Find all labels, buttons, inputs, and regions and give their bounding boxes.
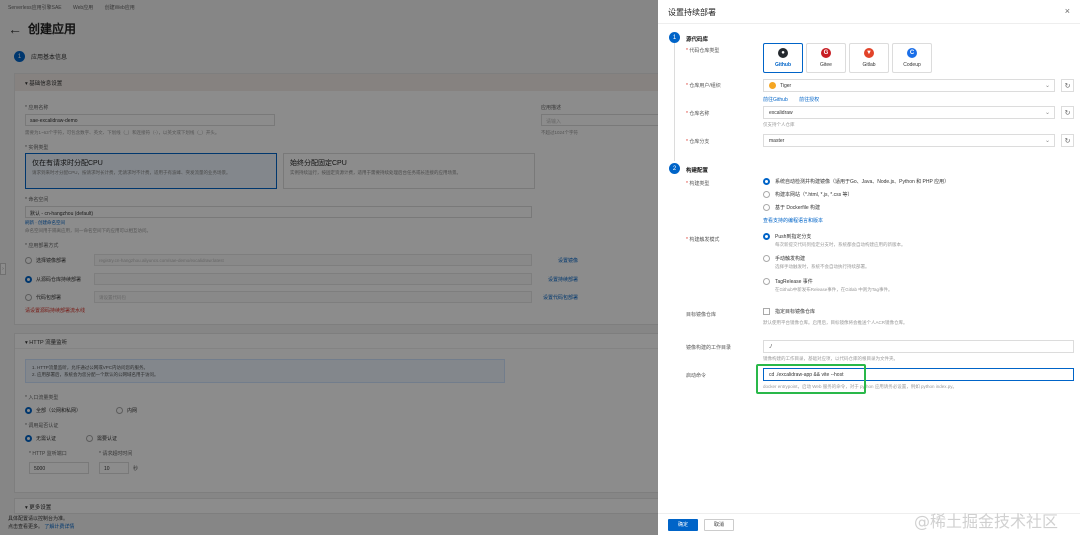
step-connector xyxy=(674,43,675,161)
trigger-tag-desc: 在Github中新发布Release事件，在Gitlab 中则为Tag事件。 xyxy=(775,287,893,292)
repo-type-codeup[interactable]: C Codeup xyxy=(892,43,932,73)
build-option-auto[interactable]: 系统自动检测并构建镜像（适用于Go、Java、Node.js、Python 和 … xyxy=(763,178,949,185)
drawer-header: 设置持续部署 × xyxy=(658,0,1080,24)
step-number: 2 xyxy=(669,163,680,174)
refresh-icon[interactable]: ↻ xyxy=(1061,79,1074,92)
chevron-down-icon: ⌄ xyxy=(1044,83,1050,89)
radio-checked-icon[interactable] xyxy=(763,233,770,240)
build-option-dockerfile[interactable]: 基于 Dockerfile 构建 xyxy=(763,204,820,211)
gitlab-icon: ▼ xyxy=(864,48,874,58)
refresh-icon[interactable]: ↻ xyxy=(1061,106,1074,119)
target-repo-hint: 默认使用平台镜像仓库。启用后，目标镜像将会推送个人ACR镜像仓库。 xyxy=(763,320,908,325)
repo-type-gitlab[interactable]: ▼ Gitlab xyxy=(849,43,889,73)
trigger-push-desc: 每次新提交代码到指定分支时，系统都会自动构建应用的新版本。 xyxy=(775,242,906,247)
drawer-title: 设置持续部署 xyxy=(668,8,716,17)
continuous-deploy-drawer: 设置持续部署 × 1 源代码库 * 代码仓库类型 ● Github G Gite… xyxy=(658,0,1080,535)
goto-github-link[interactable]: 前往Github xyxy=(763,97,788,103)
repo-name-label: * 仓库名称 xyxy=(686,111,710,117)
avatar xyxy=(769,82,776,89)
owner-links: 前往Github 前往授权 xyxy=(763,96,829,103)
repo-name-hint: 仅支持个人仓库 xyxy=(763,122,795,127)
repo-type-gitee[interactable]: G Gitee xyxy=(806,43,846,73)
build-option-static[interactable]: 构建本网站（*.html, *.js, *.css 等） xyxy=(763,191,853,198)
modal-overlay[interactable] xyxy=(0,0,658,535)
gitee-icon: G xyxy=(821,48,831,58)
trigger-label: * 构建触发模式 xyxy=(686,237,720,243)
radio-icon[interactable] xyxy=(763,191,770,198)
chevron-down-icon: ⌄ xyxy=(1044,138,1050,144)
radio-icon[interactable] xyxy=(763,204,770,211)
radio-icon[interactable] xyxy=(763,255,770,262)
owner-label: * 仓库用户/组织 xyxy=(686,83,721,89)
step-title-build: 构建配置 xyxy=(686,168,709,174)
highlight-box xyxy=(756,364,866,394)
repo-type-label: * 代码仓库类型 xyxy=(686,48,720,54)
workdir-hint: 镜像构建的工作目录，基础对应项，以代码仓库的根目录为文件夹。 xyxy=(763,356,898,361)
branch-label: * 仓库分支 xyxy=(686,139,710,145)
workdir-label: 镜像构建的工作目录 xyxy=(686,345,732,351)
workdir-input[interactable]: ./ xyxy=(763,340,1074,353)
repo-name-select[interactable]: excalidraw ⌄ xyxy=(763,106,1055,119)
watermark: @稀土掘金技术社区 xyxy=(914,512,1059,531)
refresh-icon[interactable]: ↻ xyxy=(1061,134,1074,147)
start-command-label: 启动命令 xyxy=(686,373,707,379)
close-icon[interactable]: × xyxy=(1065,6,1070,16)
build-type-label: * 构建类型 xyxy=(686,181,710,187)
branch-select[interactable]: master ⌄ xyxy=(763,134,1055,147)
repo-type-github[interactable]: ● Github xyxy=(763,43,803,73)
checkbox-icon[interactable] xyxy=(763,308,770,315)
codeup-icon: C xyxy=(907,48,917,58)
radio-icon[interactable] xyxy=(763,278,770,285)
goto-auth-link[interactable]: 前往授权 xyxy=(799,97,819,103)
step-title-source: 源代码库 xyxy=(686,37,709,43)
trigger-option-manual[interactable]: 手动触发构建 xyxy=(763,255,805,262)
target-repo-checkbox[interactable]: 指定目标镜像仓库 xyxy=(763,308,815,315)
chevron-down-icon: ⌄ xyxy=(1044,110,1050,116)
step-number: 1 xyxy=(669,32,680,43)
target-repo-label: 目标镜像仓库 xyxy=(686,312,717,318)
github-icon: ● xyxy=(778,48,788,58)
trigger-option-tag[interactable]: TagRelease 事件 xyxy=(763,278,813,285)
confirm-button[interactable]: 确定 xyxy=(668,518,699,531)
radio-checked-icon[interactable] xyxy=(763,178,770,185)
trigger-option-push[interactable]: Push到指定分支 xyxy=(763,233,811,240)
owner-select[interactable]: Tiger ⌄ xyxy=(763,79,1055,92)
cancel-button[interactable]: 取消 xyxy=(704,518,735,531)
supported-languages-link[interactable]: 查看支持的编程语言和版本 xyxy=(763,217,833,224)
trigger-manual-desc: 选择手动触发时，系统不会自动执行持续部署。 xyxy=(775,264,870,269)
